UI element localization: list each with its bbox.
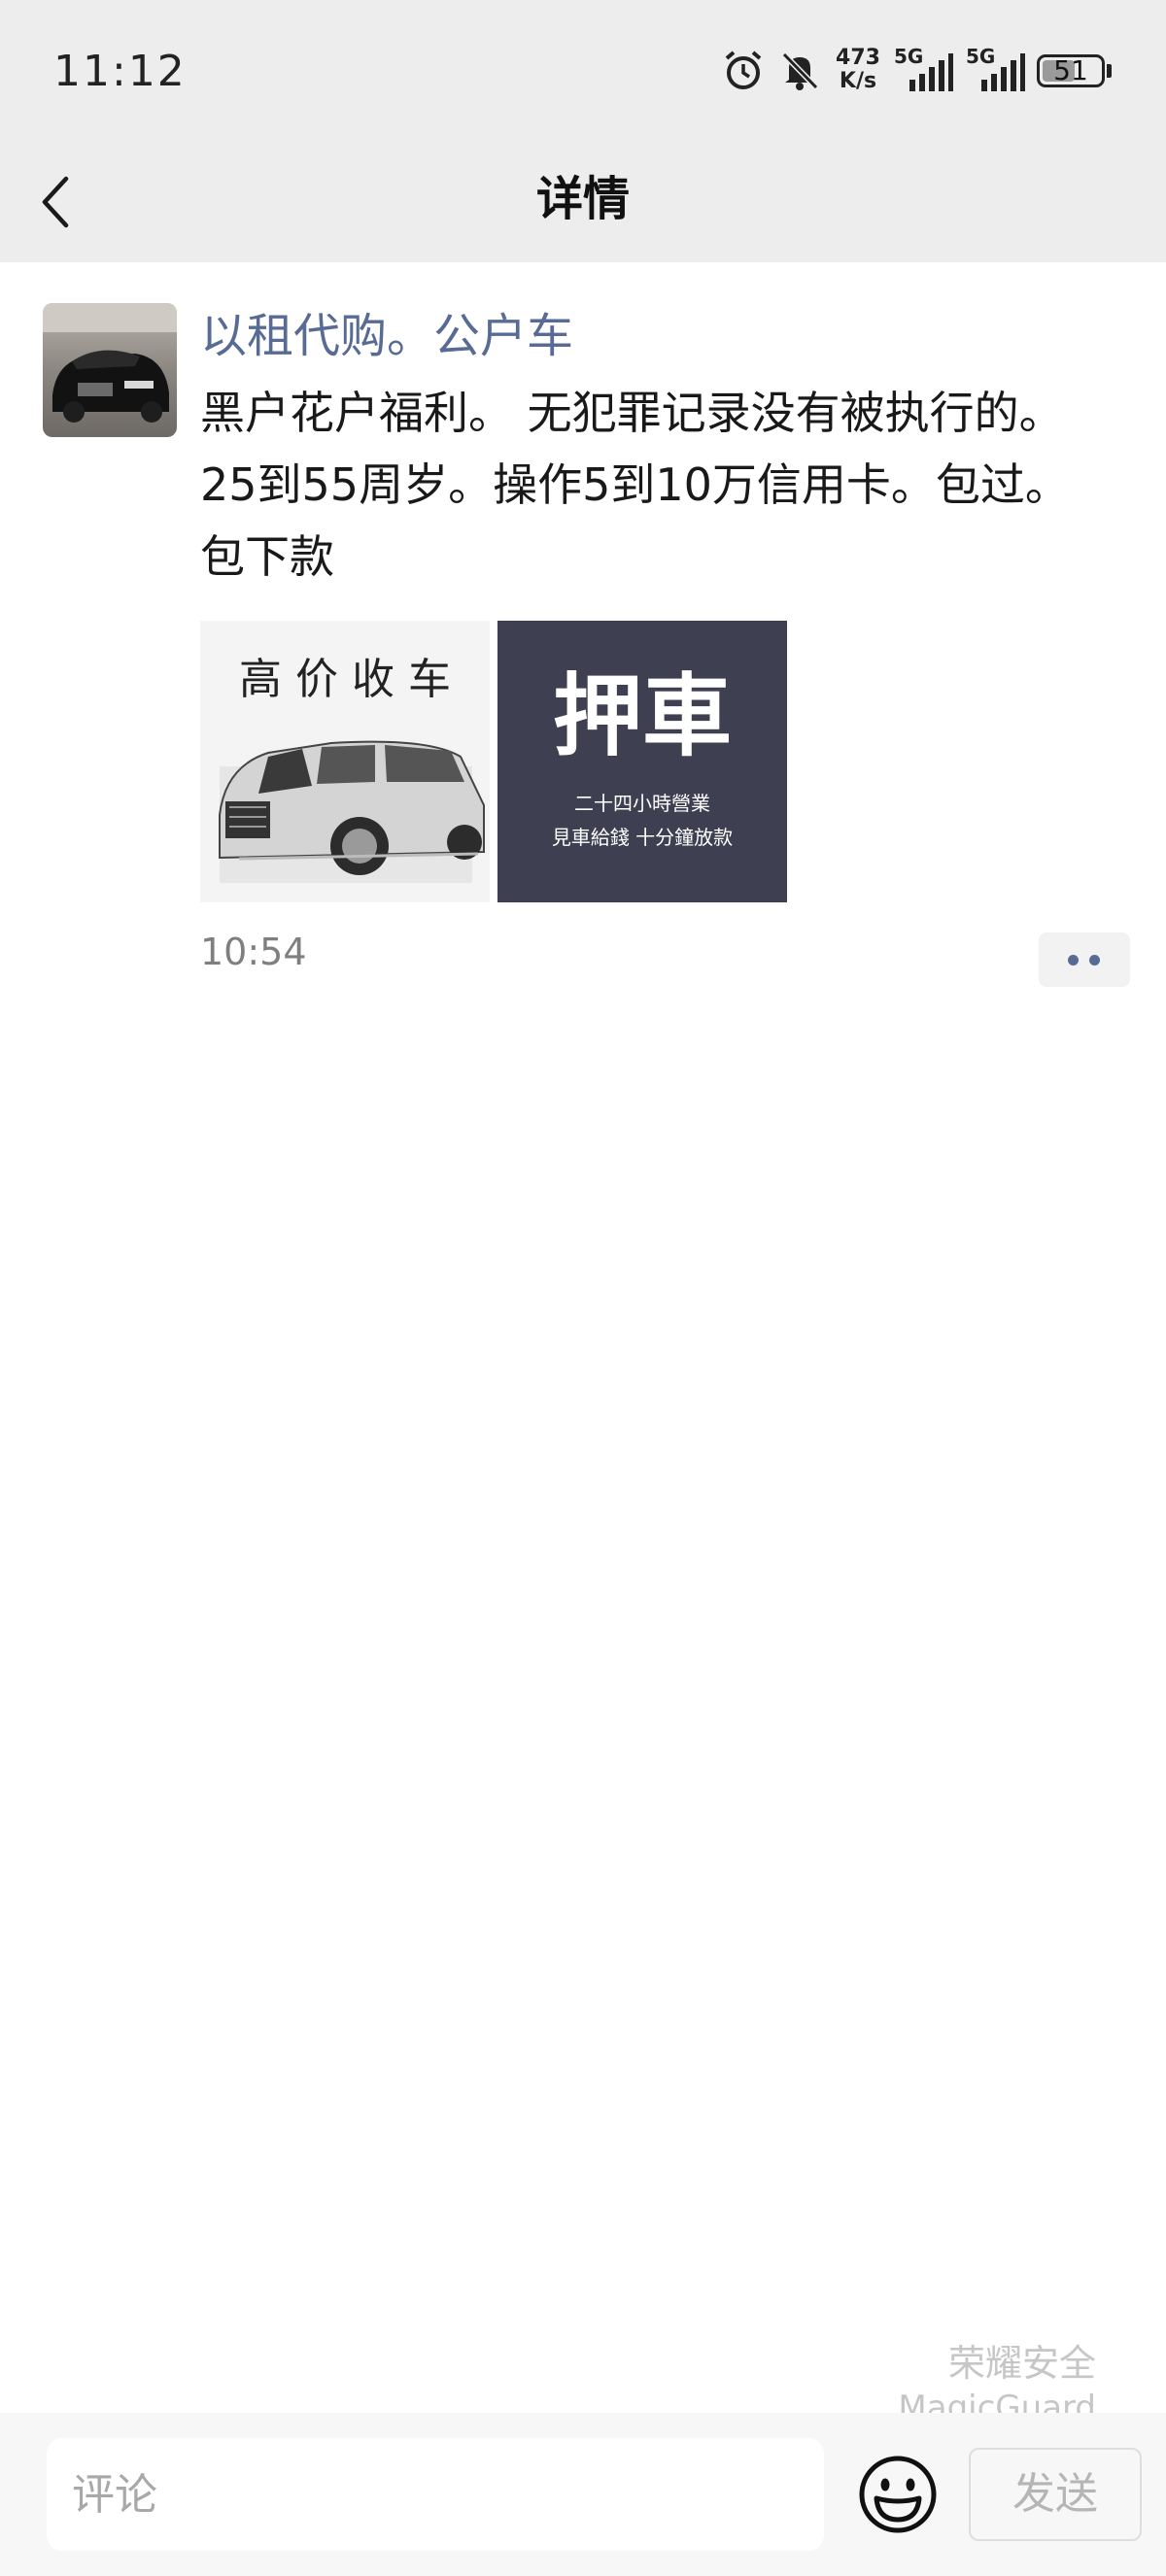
more-actions-button[interactable] — [1039, 932, 1130, 987]
post-text: 黑户花户福利。 无犯罪记录没有被执行的。 25到55周岁。操作5到10万信用卡。… — [200, 377, 1148, 593]
mute-bell-icon — [781, 51, 819, 90]
status-bar: 11:12 473 K/s 5G 5G 51 — [0, 0, 1166, 146]
post-image-2[interactable]: 押車 二十四小時營業 見車給錢 十分鐘放款 — [497, 621, 787, 902]
post-image-1[interactable]: 高 价 收 车 — [200, 621, 490, 902]
battery-cap — [1107, 64, 1112, 78]
comment-input[interactable] — [47, 2438, 824, 2551]
post-text-line: 黑户花户福利。 无犯罪记录没有被执行的。 — [200, 387, 1064, 439]
smiley-icon — [859, 2456, 937, 2533]
post-text-line: 包下款 — [200, 530, 334, 583]
net-speed: 473 K/s — [833, 47, 883, 93]
image-2-line1: 二十四小時營業 — [574, 792, 710, 815]
battery-icon: 51 — [1037, 54, 1105, 87]
battery-level: 51 — [1053, 54, 1088, 86]
post-time: 10:54 — [200, 931, 307, 973]
status-time: 11:12 — [53, 47, 187, 96]
signal-icon: 5G — [966, 45, 1028, 93]
send-button[interactable]: 发送 — [969, 2448, 1142, 2541]
signal-icon: 5G — [894, 45, 956, 93]
net-speed-value: 473 — [836, 46, 880, 70]
image-2-title: 押車 — [553, 663, 732, 768]
post-author[interactable]: 以租代购。公户车 — [200, 305, 573, 367]
more-dots-icon — [1089, 955, 1100, 966]
post-text-line: 25到55周岁。操作5到10万信用卡。包过。 — [200, 458, 1070, 511]
net-speed-unit: K/s — [839, 69, 877, 93]
avatar[interactable] — [43, 303, 177, 437]
status-icons: 473 K/s 5G 5G 51 — [721, 45, 1119, 101]
page-title: 详情 — [535, 172, 630, 226]
comment-bar: 发送 — [0, 2413, 1166, 2576]
emoji-button[interactable] — [855, 2452, 941, 2537]
watermark-cn: 荣耀安全 — [947, 2342, 1096, 2385]
image-2-line2: 見車給錢 十分鐘放款 — [552, 826, 733, 849]
image-1-text: 高 价 收 车 — [239, 655, 451, 704]
nav-bar: 详情 — [0, 146, 1166, 262]
more-dots-icon — [1068, 955, 1079, 966]
alarm-icon — [725, 51, 762, 89]
